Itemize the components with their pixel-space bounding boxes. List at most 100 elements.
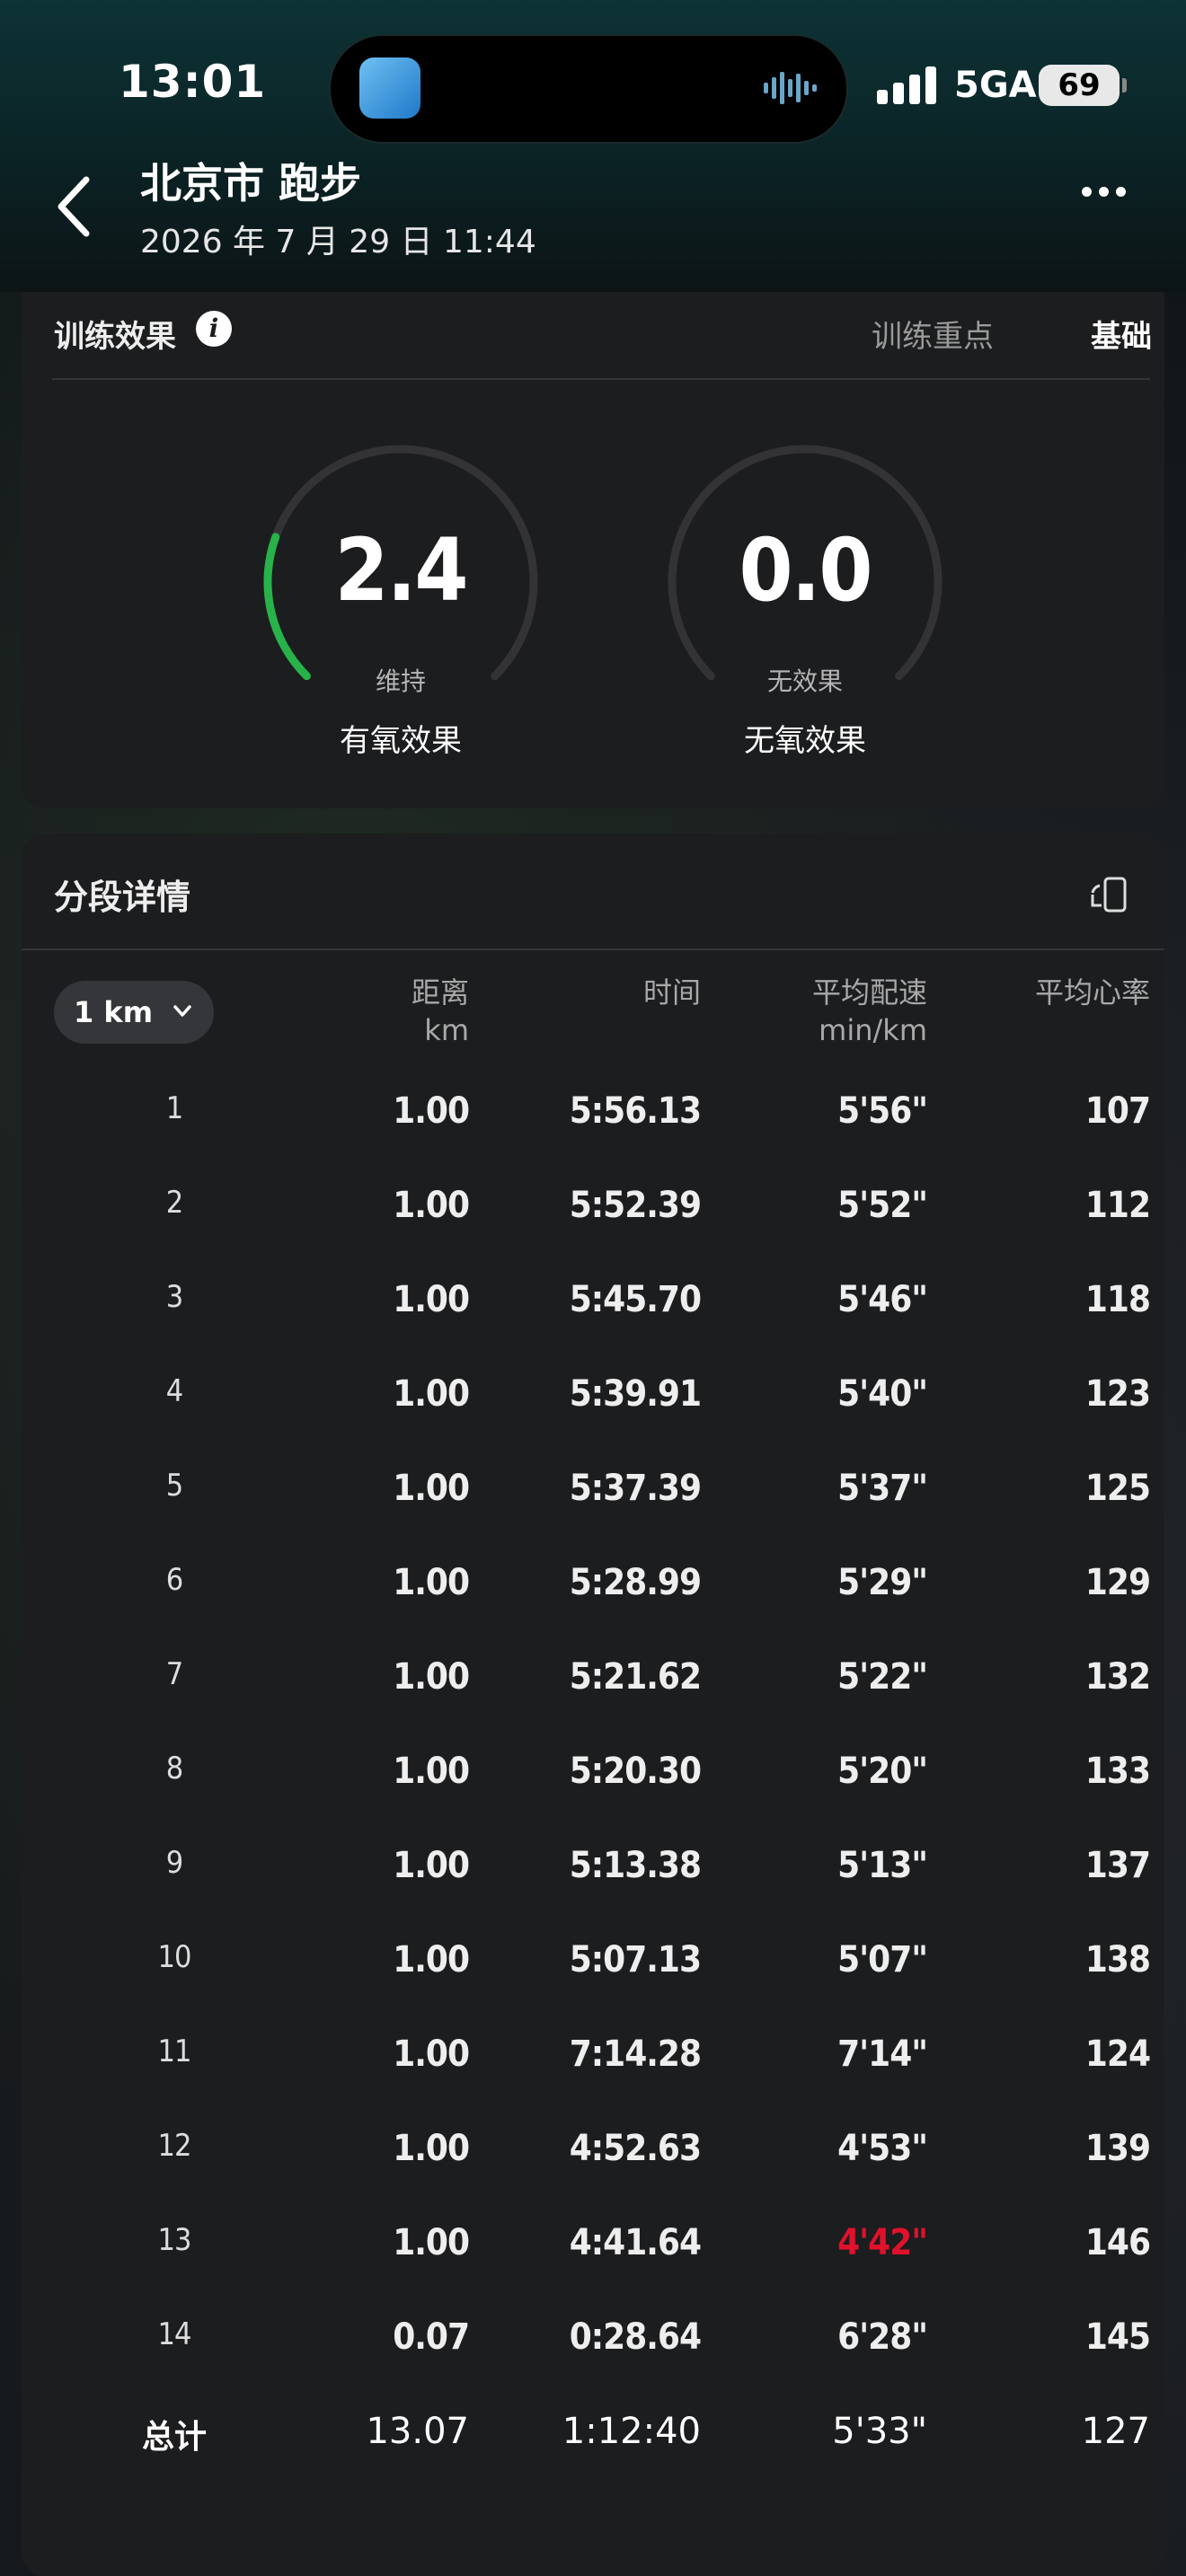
music-app-icon[interactable] [359, 57, 420, 119]
split-heart-rate: 132 [1084, 1656, 1151, 1698]
training-effect-card: 训练效果 i 训练重点 基础 2.4 维持 有氧效果 0.0 无效果 无氧效果 [22, 292, 1164, 808]
table-row: 4 1.00 5:39.91 5'40" 123 [22, 1373, 1164, 1463]
more-dot-icon [1099, 187, 1109, 197]
aerobic-name: 有氧效果 [340, 723, 462, 759]
split-index: 4 [165, 1373, 183, 1409]
split-heart-rate: 107 [1084, 1090, 1151, 1132]
split-index: 12 [157, 2128, 192, 2164]
split-time: 5:37.39 [569, 1468, 702, 1509]
more-dot-icon [1082, 187, 1092, 197]
split-distance: 1.00 [393, 1373, 470, 1415]
table-row: 13 1.00 4:41.64 4'42" 146 [22, 2222, 1164, 2312]
status-time: 13:01 [119, 56, 267, 108]
info-icon[interactable]: i [196, 311, 232, 347]
table-row: 14 0.07 0:28.64 6'28" 145 [22, 2316, 1164, 2406]
total-label: 总计 [141, 2419, 207, 2456]
split-heart-rate: 118 [1084, 1279, 1151, 1320]
table-row: 3 1.00 5:45.70 5'46" 118 [22, 1279, 1164, 1369]
header-heart-rate: 平均心率 [1034, 975, 1150, 1010]
table-row: 1 1.00 5:56.13 5'56" 107 [22, 1090, 1164, 1180]
split-distance: 1.00 [393, 1279, 470, 1320]
split-index: 14 [157, 2316, 192, 2352]
split-pace: 5'13" [837, 1845, 928, 1886]
split-distance: 1.00 [393, 1562, 470, 1603]
battery-indicator: 69 [1039, 65, 1127, 106]
split-distance: 1.00 [393, 1845, 470, 1886]
split-distance: 1.00 [393, 2033, 470, 2075]
anaerobic-effect: 0.0 无效果 无氧效果 [657, 292, 953, 808]
split-heart-rate: 129 [1084, 1562, 1151, 1603]
split-unit-selector[interactable]: 1 km [54, 981, 214, 1044]
aerobic-effect: 2.4 维持 有氧效果 [252, 292, 549, 808]
header-distance-label: 距离 [411, 975, 469, 1010]
split-heart-rate: 139 [1084, 2128, 1151, 2169]
split-index: 1 [165, 1090, 183, 1126]
table-row: 9 1.00 5:13.38 5'13" 137 [22, 1845, 1164, 1935]
split-heart-rate: 112 [1084, 1185, 1151, 1226]
split-distance: 1.00 [393, 2222, 470, 2263]
split-heart-rate: 138 [1084, 1939, 1151, 1981]
split-time: 7:14.28 [569, 2033, 702, 2075]
network-type: 5GA [954, 65, 1037, 106]
header-distance-unit: km [424, 1013, 469, 1047]
aerobic-level: 维持 [375, 666, 426, 696]
split-pace: 5'52" [837, 1185, 928, 1226]
table-row: 8 1.00 5:20.30 5'20" 133 [22, 1751, 1164, 1840]
more-options-button[interactable] [1078, 183, 1141, 219]
table-row: 10 1.00 5:07.13 5'07" 138 [22, 1939, 1164, 2029]
split-pace: 5'22" [837, 1656, 928, 1698]
anaerobic-value: 0.0 [739, 520, 873, 621]
split-time: 4:41.64 [569, 2222, 702, 2263]
total-time: 1:12:40 [562, 2411, 701, 2452]
split-heart-rate: 125 [1084, 1468, 1151, 1509]
divider [52, 378, 1150, 380]
split-time: 4:52.63 [569, 2128, 702, 2169]
splits-card: 分段详情 1 km 距离 km 时间 平均配速 min/km 平均心率 1 1.0… [22, 834, 1164, 2576]
header-time: 时间 [642, 975, 701, 1010]
split-distance: 1.00 [393, 1751, 470, 1792]
split-heart-rate: 123 [1084, 1373, 1151, 1415]
split-pace: 5'37" [837, 1468, 928, 1509]
split-time: 0:28.64 [569, 2316, 702, 2358]
split-distance: 1.00 [393, 2128, 470, 2169]
training-effect-label: 训练效果 [54, 319, 176, 355]
aerobic-value: 2.4 [334, 520, 469, 621]
split-time: 5:21.62 [569, 1656, 702, 1698]
split-pace: 5'29" [837, 1562, 928, 1603]
split-index: 7 [165, 1656, 183, 1692]
split-index: 6 [165, 1562, 183, 1598]
split-heart-rate: 145 [1084, 2316, 1151, 2358]
split-distance: 1.00 [393, 1185, 470, 1226]
more-dot-icon [1116, 187, 1126, 197]
split-distance: 1.00 [393, 1468, 470, 1509]
split-heart-rate: 124 [1084, 2033, 1151, 2075]
split-index: 2 [165, 1185, 183, 1221]
split-index: 8 [165, 1751, 183, 1786]
split-heart-rate: 133 [1084, 1751, 1151, 1792]
header-pace-unit: min/km [819, 1013, 927, 1047]
header-distance: 距离 km [412, 974, 469, 1049]
dynamic-island[interactable] [329, 34, 848, 144]
top-bar: 13:01 5GA 69 北京市 跑步 2026 年 7 月 29 日 11:4… [0, 0, 1186, 292]
activity-datetime: 2026 年 7 月 29 日 11:44 [140, 224, 536, 260]
split-pace: 5'46" [837, 1279, 928, 1320]
split-pace: 5'40" [837, 1373, 928, 1415]
split-time: 5:39.91 [569, 1373, 702, 1415]
rotate-screen-icon[interactable] [1087, 875, 1130, 916]
split-distance: 0.07 [393, 2316, 470, 2358]
anaerobic-name: 无氧效果 [744, 723, 866, 759]
divider [22, 948, 1164, 950]
split-index: 11 [157, 2033, 192, 2069]
split-time: 5:56.13 [569, 1090, 702, 1132]
split-index: 9 [165, 1845, 183, 1881]
split-time: 5:52.39 [569, 1185, 702, 1226]
split-unit-label: 1 km [74, 995, 154, 1029]
split-pace: 7'14" [837, 2033, 928, 2075]
splits-title: 分段详情 [54, 878, 191, 917]
table-row: 12 1.00 4:52.63 4'53" 139 [22, 2128, 1164, 2218]
cellular-signal-icon [877, 66, 936, 104]
back-button[interactable] [52, 172, 97, 241]
table-row: 6 1.00 5:28.99 5'29" 129 [22, 1562, 1164, 1652]
split-heart-rate: 137 [1084, 1845, 1151, 1886]
table-row: 11 1.00 7:14.28 7'14" 124 [22, 2033, 1164, 2123]
